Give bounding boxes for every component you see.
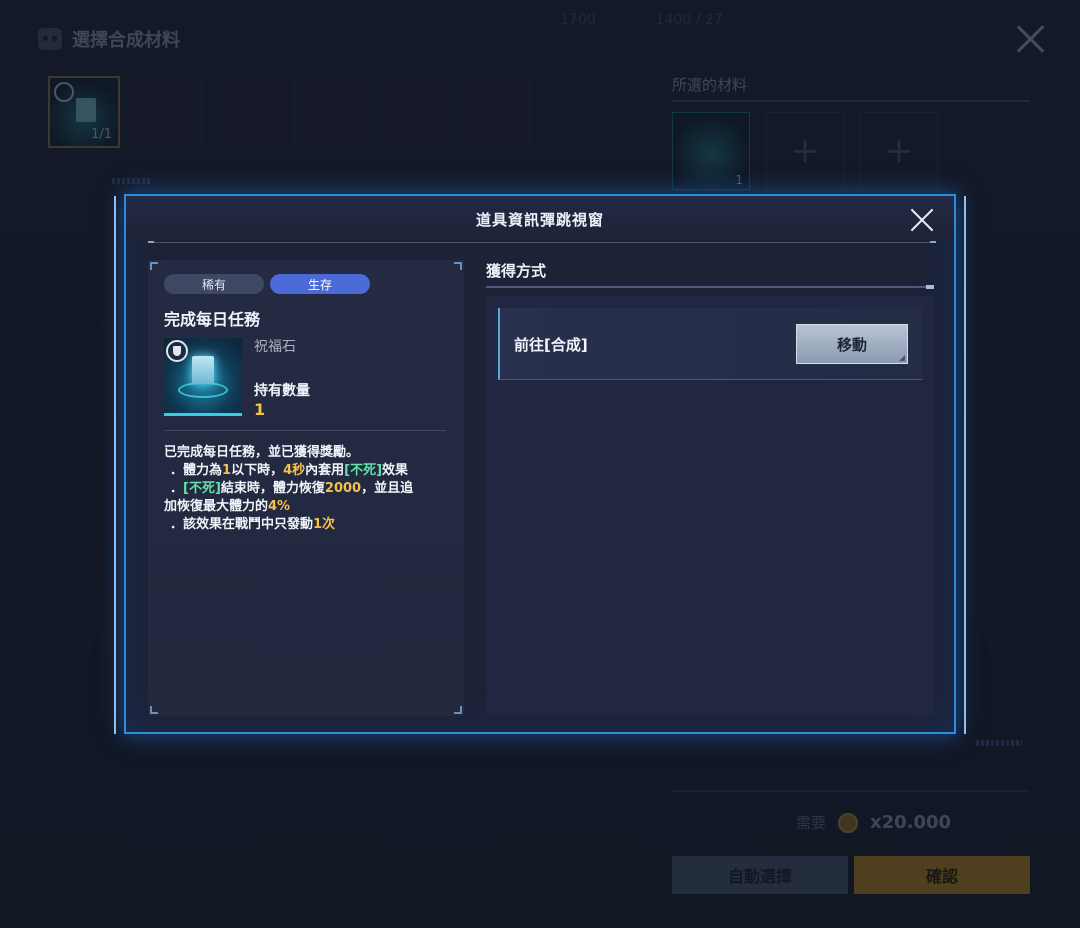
- popup-frame-left: [114, 196, 116, 734]
- item-detail-panel: 稀有 生存 完成每日任務 祝福石 持有數量 1 已完成每日任務，並已獲得獎勵。 …: [148, 260, 464, 716]
- quantity-label: 持有數量: [254, 383, 310, 399]
- popup-header: 道具資訊彈跳視窗: [126, 196, 954, 242]
- item-icon: [164, 338, 242, 416]
- desc-line: ．該效果在戰鬥中只發動1次: [170, 517, 336, 532]
- item-description: 已完成每日任務，並已獲得獎勵。 ．體力為1以下時，4秒內套用[不死]效果 ．[不…: [164, 444, 454, 534]
- item-info-popup: 道具資訊彈跳視窗 稀有 生存 完成每日任務 祝福石 持有數量 1 已完成每日任務…: [124, 194, 956, 734]
- blessing-stone-icon: [192, 356, 214, 384]
- desc-line: 加恢復最大體力的4%: [164, 499, 291, 514]
- shield-icon: [166, 340, 188, 362]
- acquire-divider: [486, 285, 934, 289]
- divider: [164, 430, 446, 431]
- popup-frame-right: [964, 196, 966, 734]
- desc-line: 已完成每日任務，並已獲得獎勵。: [164, 445, 360, 460]
- route-label: 前往[合成]: [514, 336, 588, 354]
- header-divider: [148, 241, 936, 243]
- item-tags: 稀有 生存: [164, 274, 370, 294]
- list-item: 前往[合成] 移動: [498, 308, 922, 380]
- desc-line: ．[不死]結束時，體力恢復2000，並且追: [170, 481, 414, 496]
- corner-decor: [454, 262, 462, 270]
- corner-decor: [150, 706, 158, 714]
- move-button[interactable]: 移動: [796, 324, 908, 364]
- acquire-method-list: 前往[合成] 移動: [486, 296, 934, 716]
- close-icon[interactable]: [910, 208, 934, 232]
- acquire-method-title: 獲得方式: [486, 262, 547, 280]
- item-subname: 祝福石: [254, 339, 296, 355]
- quantity-value: 1: [254, 400, 266, 419]
- corner-decor: [454, 706, 462, 714]
- popup-title: 道具資訊彈跳視窗: [475, 210, 604, 229]
- item-name: 完成每日任務: [164, 310, 261, 329]
- rarity-tag: 稀有: [164, 274, 264, 294]
- category-tag: 生存: [270, 274, 370, 294]
- desc-line: ．體力為1以下時，4秒內套用[不死]效果: [170, 463, 409, 478]
- glow-ring: [178, 382, 228, 398]
- corner-decor: [150, 262, 158, 270]
